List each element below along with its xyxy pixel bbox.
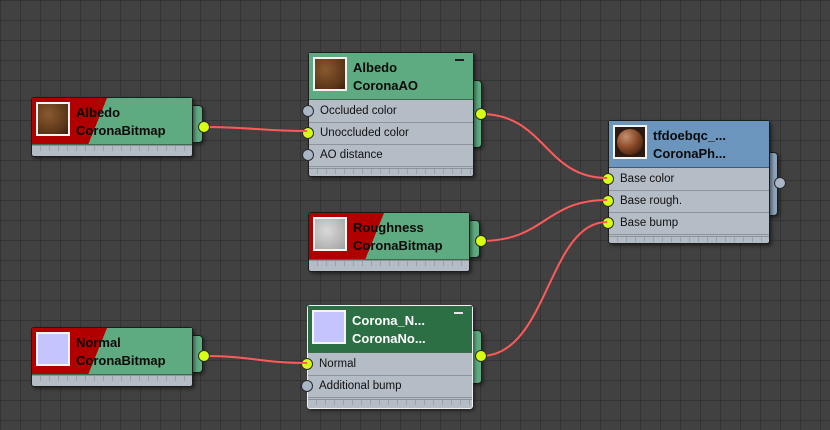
texture-thumbnail	[36, 102, 70, 136]
wire-albedo-bitmap-to-ao	[203, 126, 308, 132]
output-port[interactable]	[198, 121, 210, 133]
input-occluded-color[interactable]: Occluded color	[302, 101, 473, 123]
output-port[interactable]	[774, 177, 786, 189]
node-corona-normal[interactable]: Corona_N... CoronaNo... Normal Additiona…	[301, 305, 473, 409]
node-header[interactable]: Normal CoronaBitmap	[32, 328, 192, 375]
node-title: Corona_N...	[352, 313, 425, 328]
input-label: Unoccluded color	[320, 127, 409, 139]
wire-roughness-to-base-rough	[480, 199, 608, 242]
node-title: Albedo	[76, 105, 121, 120]
node-header[interactable]: Corona_N... CoronaNo...	[308, 306, 472, 353]
input-additional-bump[interactable]: Additional bump	[301, 376, 472, 398]
node-type: CoronaBitmap	[76, 123, 166, 138]
input-port[interactable]	[302, 127, 314, 139]
input-label: Additional bump	[319, 380, 402, 392]
input-label: Base rough.	[620, 195, 683, 207]
input-port[interactable]	[602, 217, 614, 229]
wire-normal-bitmap-to-corona-normal	[203, 355, 308, 364]
node-header[interactable]: Albedo CoronaBitmap	[32, 98, 192, 145]
input-label: Base bump	[620, 217, 679, 229]
input-label: Normal	[319, 358, 357, 370]
minimize-button[interactable]	[454, 312, 463, 314]
input-unoccluded-color[interactable]: Unoccluded color	[302, 123, 473, 145]
node-resize-footer[interactable]	[308, 399, 472, 405]
input-port[interactable]	[301, 380, 313, 392]
node-type: CoronaBitmap	[353, 238, 443, 253]
node-resize-footer[interactable]	[32, 145, 192, 151]
node-resize-footer[interactable]	[309, 260, 469, 266]
minimize-button[interactable]	[455, 59, 464, 61]
node-resize-footer[interactable]	[609, 236, 769, 242]
node-resize-footer[interactable]	[309, 168, 473, 174]
input-port[interactable]	[302, 149, 314, 161]
node-type: CoronaAO	[353, 78, 418, 93]
material-preview-thumbnail	[613, 125, 647, 159]
node-header[interactable]: Albedo CoronaAO	[309, 53, 473, 100]
node-physical-material[interactable]: tfdoebqc_... CoronaPh... Base color Base…	[602, 120, 770, 244]
node-title: tfdoebqc_...	[653, 128, 726, 143]
output-port[interactable]	[475, 108, 487, 120]
node-title: Albedo	[353, 60, 398, 75]
node-albedo-ao[interactable]: Albedo CoronaAO Occluded color Unocclude…	[302, 52, 474, 177]
output-port[interactable]	[475, 235, 487, 247]
output-port[interactable]	[475, 350, 487, 362]
node-roughness-bitmap[interactable]: Roughness CoronaBitmap	[308, 212, 470, 272]
wire-ao-to-base-color	[480, 113, 608, 179]
node-title: Normal	[76, 335, 121, 350]
texture-thumbnail	[313, 217, 347, 251]
input-ao-distance[interactable]: AO distance	[302, 145, 473, 167]
input-normal[interactable]: Normal	[301, 354, 472, 376]
input-port[interactable]	[301, 358, 313, 370]
wire-corona-normal-to-base-bump	[480, 221, 608, 357]
input-label: Occluded color	[320, 105, 397, 117]
input-port[interactable]	[602, 195, 614, 207]
input-port[interactable]	[602, 173, 614, 185]
texture-thumbnail	[312, 310, 346, 344]
texture-thumbnail	[36, 332, 70, 366]
node-type: CoronaNo...	[352, 331, 426, 346]
input-port[interactable]	[302, 105, 314, 117]
node-type: CoronaBitmap	[76, 353, 166, 368]
node-title: Roughness	[353, 220, 424, 235]
node-albedo-bitmap[interactable]: Albedo CoronaBitmap	[31, 97, 193, 157]
input-label: AO distance	[320, 149, 383, 161]
input-base-color[interactable]: Base color	[602, 169, 769, 191]
node-header[interactable]: tfdoebqc_... CoronaPh...	[609, 121, 769, 168]
output-port[interactable]	[198, 350, 210, 362]
input-base-rough[interactable]: Base rough.	[602, 191, 769, 213]
input-base-bump[interactable]: Base bump	[602, 213, 769, 235]
node-resize-footer[interactable]	[32, 375, 192, 381]
node-type: CoronaPh...	[653, 146, 726, 161]
node-normal-bitmap[interactable]: Normal CoronaBitmap	[31, 327, 193, 387]
input-label: Base color	[620, 173, 675, 185]
texture-thumbnail	[313, 57, 347, 91]
node-header[interactable]: Roughness CoronaBitmap	[309, 213, 469, 260]
